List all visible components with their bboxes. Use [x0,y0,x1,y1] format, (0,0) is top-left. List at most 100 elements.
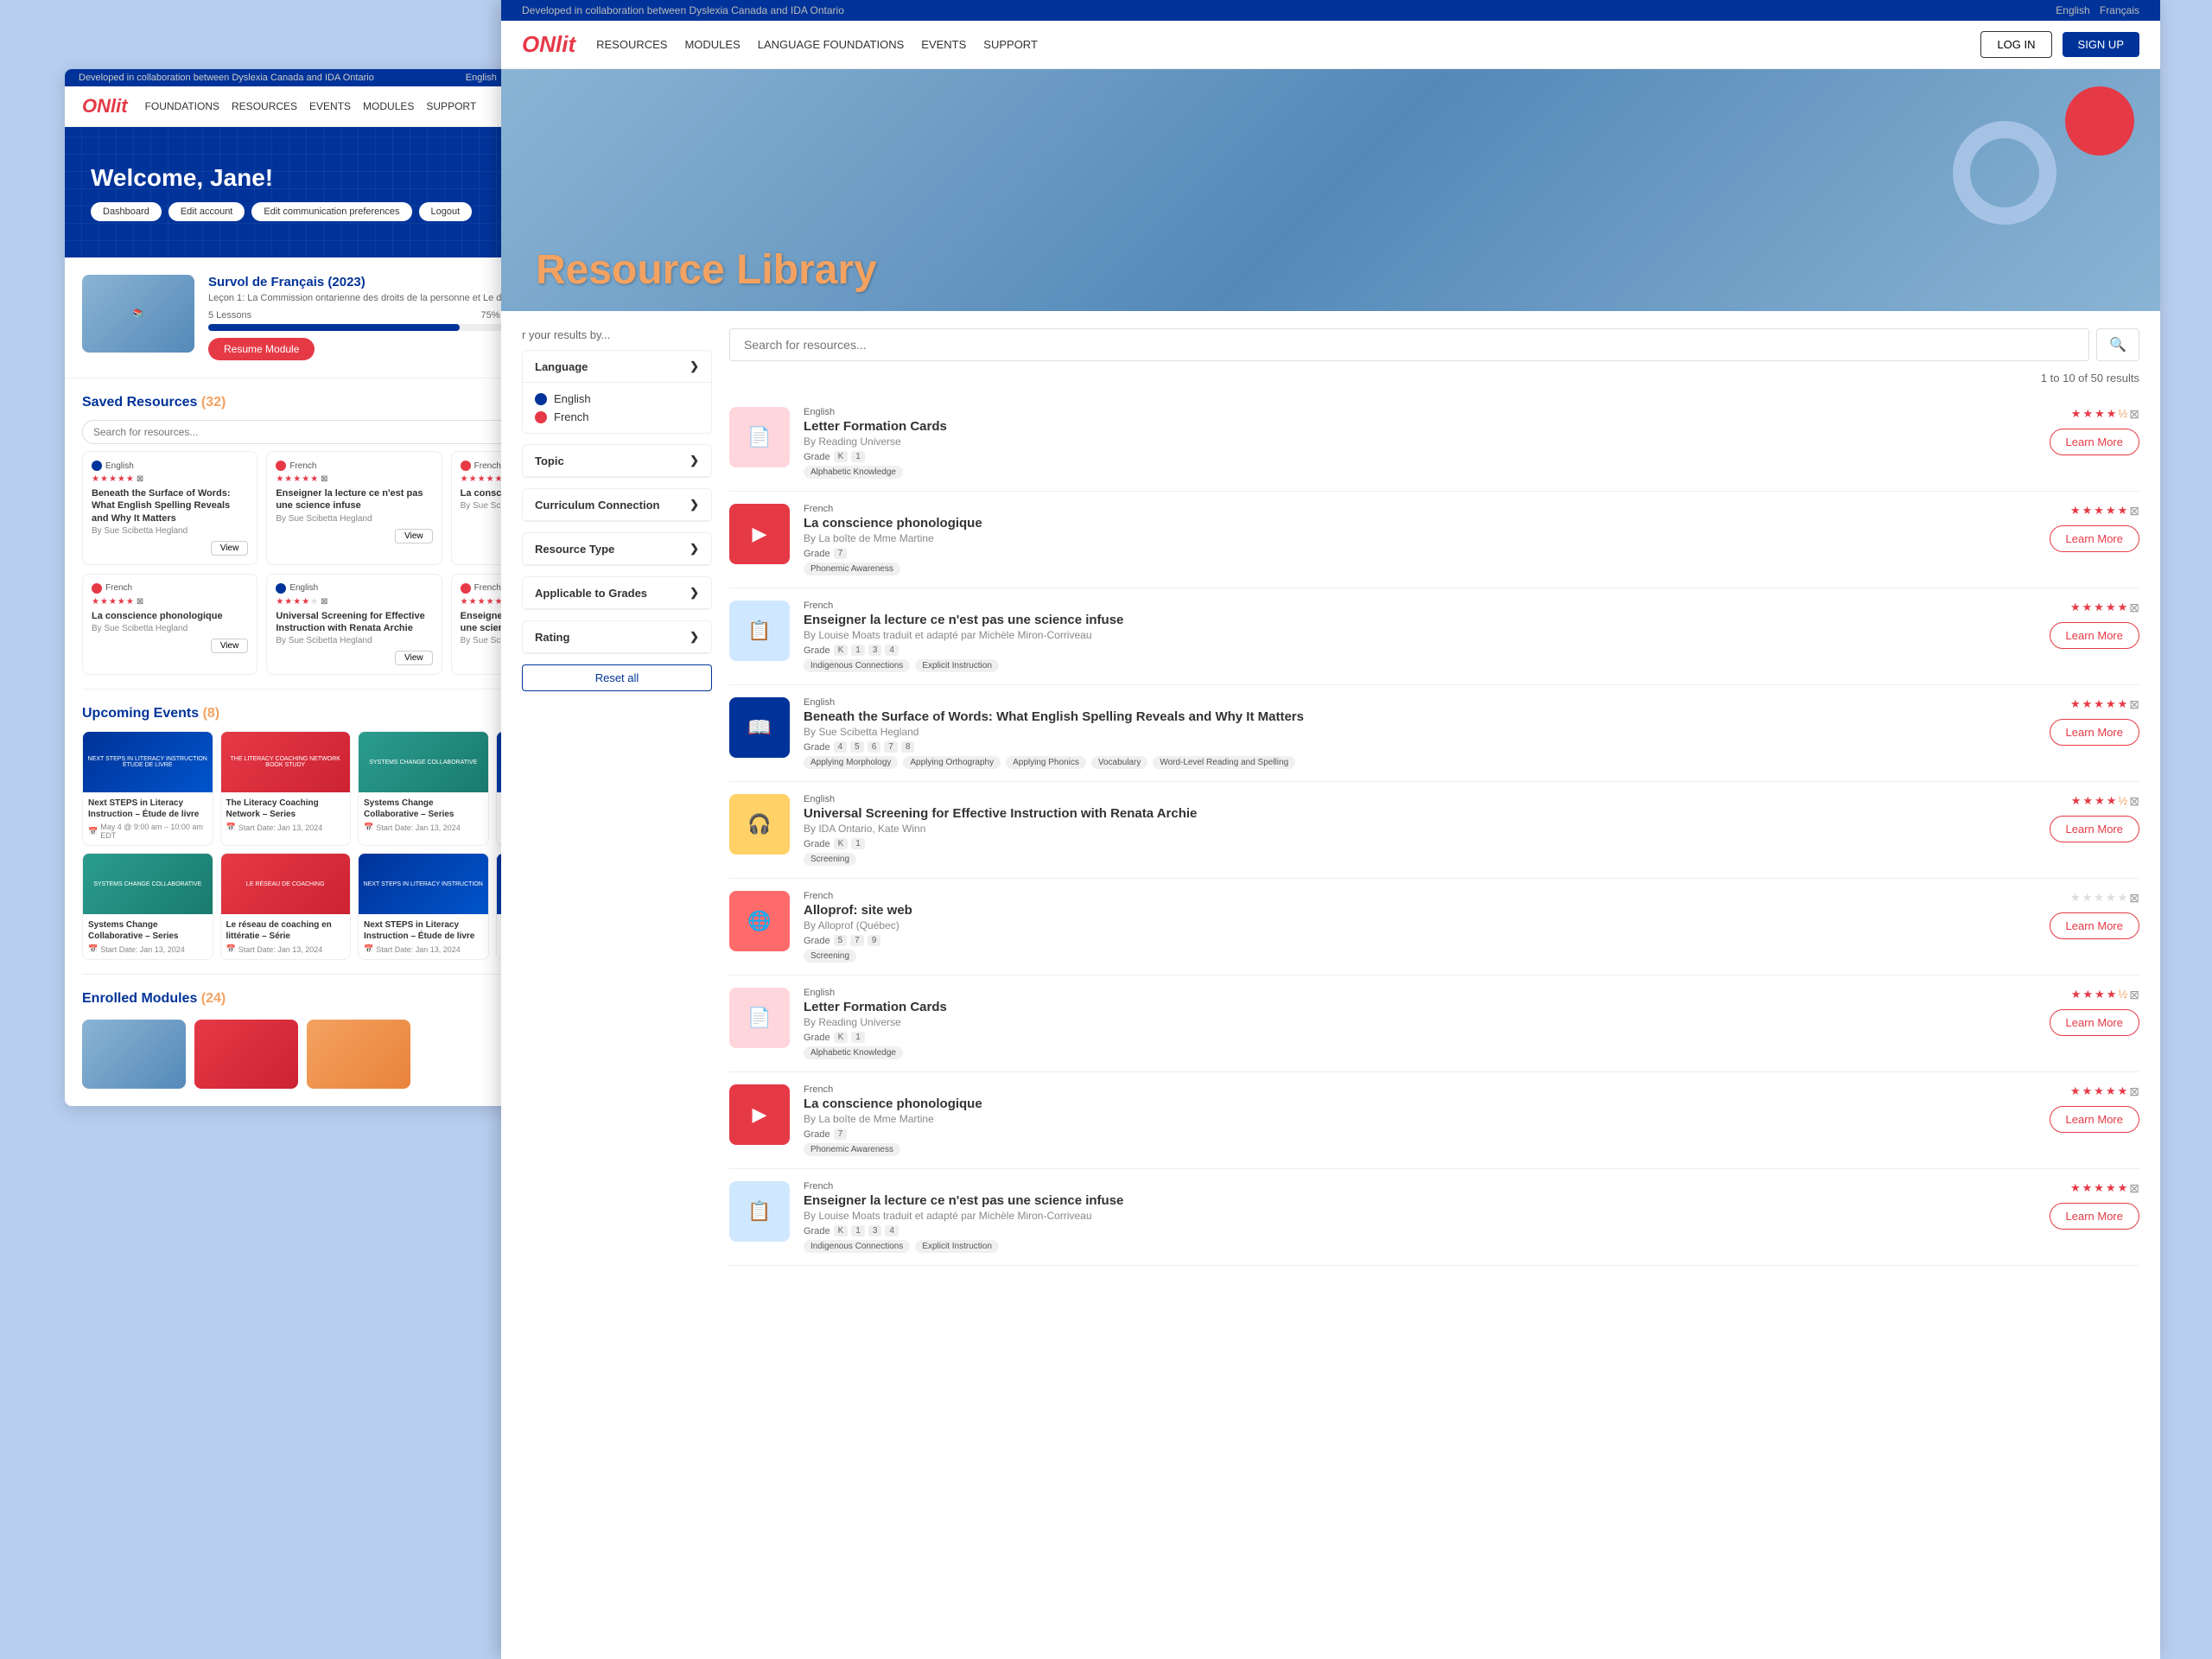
logout-button[interactable]: Logout [419,202,473,221]
bookmark-icon[interactable]: ⊠ [2129,988,2139,1002]
learn-more-button[interactable]: Learn More [2050,1203,2139,1230]
right-nav-resources[interactable]: RESOURCES [596,38,667,51]
bookmark-icon[interactable]: ⊠ [2129,601,2139,615]
list-item: SYSTEMS CHANGE COLLABORATIVE Systems Cha… [358,731,489,846]
right-nav-actions: LOG IN SIGN UP [1980,31,2139,58]
resource-author: By Reading Universe [804,435,2005,448]
main-search-input[interactable] [729,328,2089,361]
right-top-bar-text: Developed in collaboration between Dysle… [522,4,844,16]
right-lang-fr[interactable]: Français [2100,4,2139,16]
topic-filter-header[interactable]: Topic ❯ [523,445,711,477]
chevron-right-icon: ❯ [690,586,699,600]
resource-thumbnail: ▶ [729,504,790,564]
nav-modules[interactable]: MODULES [363,100,414,112]
enrolled-modules-title: Enrolled Modules (24) [82,991,226,1007]
resource-author: By La boîte de Mme Martine [804,1113,2005,1125]
learn-more-button[interactable]: Learn More [2050,525,2139,552]
list-item: NEXT STEPS IN LITERACY INSTRUCTION ÉTUDE… [82,731,213,846]
list-item: ▶ French La conscience phonologique By L… [729,492,2139,588]
search-button[interactable]: 🔍 [2096,328,2139,361]
bookmark-icon[interactable]: ⊠ [2129,891,2139,906]
nav-resources[interactable]: RESOURCES [232,100,297,112]
grade-tag: 4 [885,645,899,656]
learn-more-button[interactable]: Learn More [2050,719,2139,746]
resource-title: Letter Formation Cards [804,419,2005,434]
right-nav-events[interactable]: EVENTS [921,38,966,51]
calendar-icon: 📅 [364,944,373,954]
grade-tag: 4 [885,1225,899,1236]
tags-row: Screening [804,853,2005,866]
tags-row: Alphabetic Knowledge [804,1046,2005,1059]
reset-filters-button[interactable]: Reset all [522,664,712,691]
edit-account-button[interactable]: Edit account [168,202,245,221]
results-count: 1 to 10 of 50 results [729,372,2139,385]
learn-more-button[interactable]: Learn More [2050,1106,2139,1133]
login-button[interactable]: LOG IN [1980,31,2051,58]
bookmark-icon[interactable]: ⊠ [2129,504,2139,518]
resume-module-button[interactable]: Resume Module [208,338,315,360]
right-lang-en[interactable]: English [2056,4,2089,16]
french-label: French [554,410,588,423]
right-nav-language-foundations[interactable]: LANGUAGE FOUNDATIONS [758,38,905,51]
learn-more-button[interactable]: Learn More [2050,622,2139,649]
grade-tag: 1 [851,1032,865,1043]
learn-more-button[interactable]: Learn More [2050,816,2139,842]
bookmark-icon[interactable]: ⊠ [2129,1084,2139,1099]
bookmark-icon[interactable]: ⊠ [2129,407,2139,422]
left-lang-en[interactable]: English [466,73,497,83]
chevron-right-icon: ❯ [690,498,699,512]
learn-more-button[interactable]: Learn More [2050,912,2139,939]
filters-sidebar: r your results by... Language ❯ English … [522,328,712,1266]
tags-row: Applying Morphology Applying Orthography… [804,756,2005,769]
grade-tag: 1 [851,1225,865,1236]
nav-foundations[interactable]: FOUNDATIONS [145,100,219,112]
resource-lang: French [92,583,248,594]
grade-row: Grade K 1 [804,838,2005,849]
right-nav-support[interactable]: SUPPORT [983,38,1038,51]
enrolled-module-thumb [82,1020,186,1089]
bookmark-icon[interactable]: ⊠ [2129,1181,2139,1196]
resource-author: By Reading Universe [804,1016,2005,1028]
resource-view-button[interactable]: View [211,541,249,556]
grades-filter-header[interactable]: Applicable to Grades ❯ [523,577,711,609]
lessons-count: 5 Lessons [208,310,251,321]
bookmark-icon[interactable]: ⊠ [2129,697,2139,712]
tags-row: Phonemic Awareness [804,563,2005,575]
resource-view-button[interactable]: View [395,651,433,665]
resource-view-button[interactable]: View [211,639,249,653]
filter-option-french[interactable]: French [535,408,699,426]
right-nav-links: RESOURCES MODULES LANGUAGE FOUNDATIONS E… [596,38,1038,51]
curriculum-filter-header[interactable]: Curriculum Connection ❯ [523,489,711,521]
bookmark-icon[interactable]: ⊠ [2129,794,2139,809]
resource-thumbnail: 📋 [729,601,790,661]
learn-more-button[interactable]: Learn More [2050,429,2139,455]
event-title: Systems Change Collaborative – Series [364,798,483,820]
edit-communication-button[interactable]: Edit communication preferences [251,202,411,221]
resource-author: By Sue Scibetta Hegland [92,526,248,536]
filter-option-english[interactable]: English [535,390,699,408]
lang-badge: English [804,794,2005,804]
resource-thumbnail: 📖 [729,697,790,758]
curriculum-filter-label: Curriculum Connection [535,499,659,512]
dashboard-button[interactable]: Dashboard [91,202,162,221]
right-nav-modules[interactable]: MODULES [684,38,740,51]
event-date: 📅Start Date: Jan 13, 2024 [88,944,207,954]
english-dot [535,393,547,405]
resource-view-button[interactable]: View [395,529,433,543]
rating-filter-header[interactable]: Rating ❯ [523,621,711,653]
list-item: SYSTEMS CHANGE COLLABORATIVE Systems Cha… [82,853,213,960]
language-filter-header[interactable]: Language ❯ [523,351,711,383]
resource-lang: French [276,461,432,471]
signup-button[interactable]: SIGN UP [2063,32,2139,57]
lang-dot [461,461,471,471]
resource-author: By Sue Scibetta Hegland [92,624,248,633]
content-area: r your results by... Language ❯ English … [501,311,2160,1283]
learn-more-button[interactable]: Learn More [2050,1009,2139,1036]
resource-type-filter-header[interactable]: Resource Type ❯ [523,533,711,565]
left-nav-links: FOUNDATIONS RESOURCES EVENTS MODULES SUP… [145,100,477,112]
nav-events[interactable]: EVENTS [309,100,351,112]
hero-deco-blue [1953,121,2056,225]
nav-support[interactable]: SUPPORT [426,100,476,112]
resource-title: Beneath the Surface of Words: What Engli… [804,709,2005,724]
resource-author: By Sue Scibetta Hegland [276,636,432,645]
